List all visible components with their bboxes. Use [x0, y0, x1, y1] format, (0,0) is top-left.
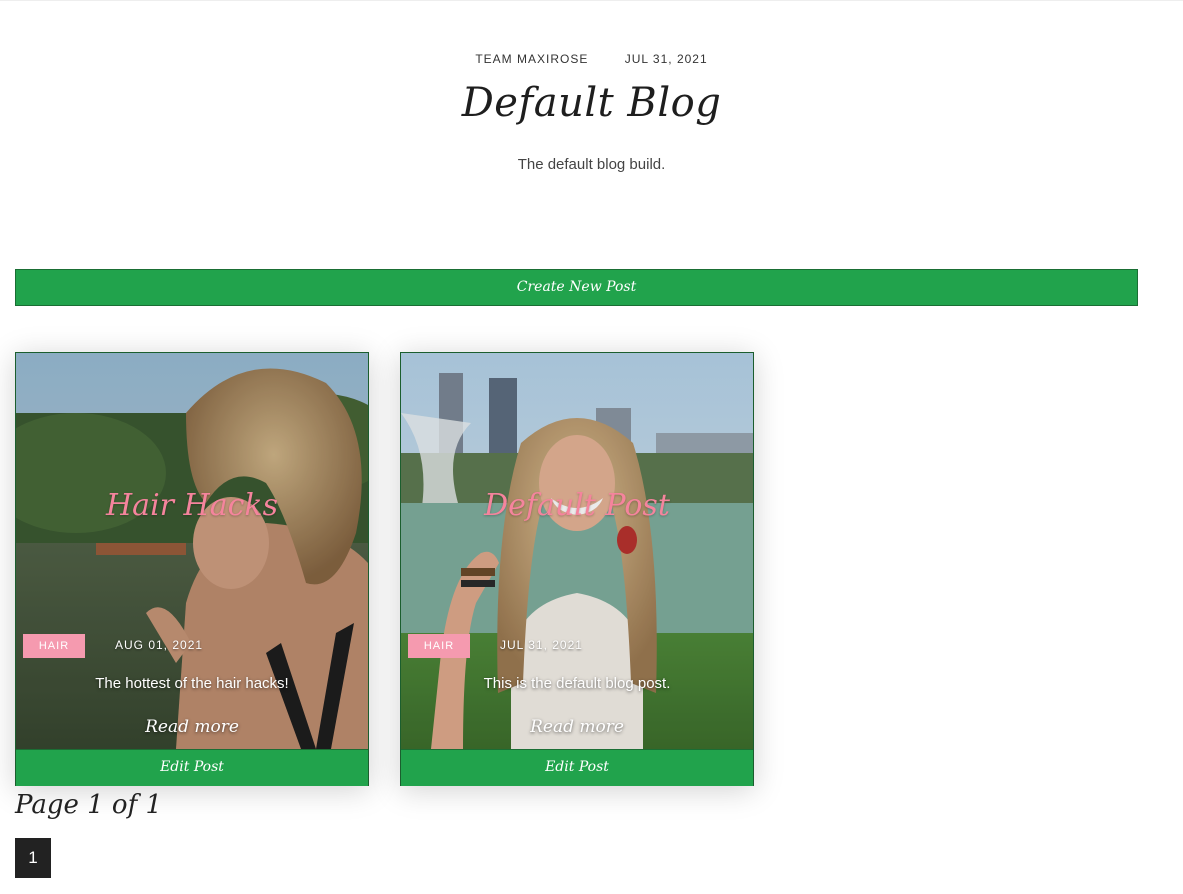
top-divider [0, 0, 1183, 1]
post-card[interactable]: Default Post HAIR JUL 31, 2021 This is t… [400, 352, 754, 786]
edit-post-button[interactable]: Edit Post [16, 749, 368, 786]
post-title[interactable]: Hair Hacks [16, 488, 368, 523]
read-more-link[interactable]: Read more [16, 717, 368, 737]
create-new-post-button[interactable]: Create New Post [15, 269, 1138, 306]
blog-author[interactable]: TEAM MAXIROSE [475, 52, 588, 66]
blog-meta: TEAM MAXIROSE JUL 31, 2021 [0, 52, 1183, 66]
blog-date: JUL 31, 2021 [624, 52, 708, 66]
post-title[interactable]: Default Post [401, 488, 753, 523]
read-more-link[interactable]: Read more [401, 717, 753, 737]
category-badge[interactable]: HAIR [23, 634, 85, 658]
post-date: AUG 01, 2021 [115, 638, 204, 652]
page-title: Default Blog [461, 80, 722, 126]
post-date: JUL 31, 2021 [500, 638, 583, 652]
page-subtitle: The default blog build. [517, 156, 666, 173]
post-excerpt: The hottest of the hair hacks! [95, 675, 289, 692]
edit-post-button[interactable]: Edit Post [401, 749, 753, 786]
page-number-button[interactable]: 1 [15, 838, 51, 878]
category-badge[interactable]: HAIR [408, 634, 470, 658]
post-excerpt: This is the default blog post. [483, 675, 671, 692]
pagination-label: Page 1 of 1 [15, 790, 163, 820]
post-card[interactable]: Hair Hacks HAIR AUG 01, 2021 The hottest… [15, 352, 369, 786]
